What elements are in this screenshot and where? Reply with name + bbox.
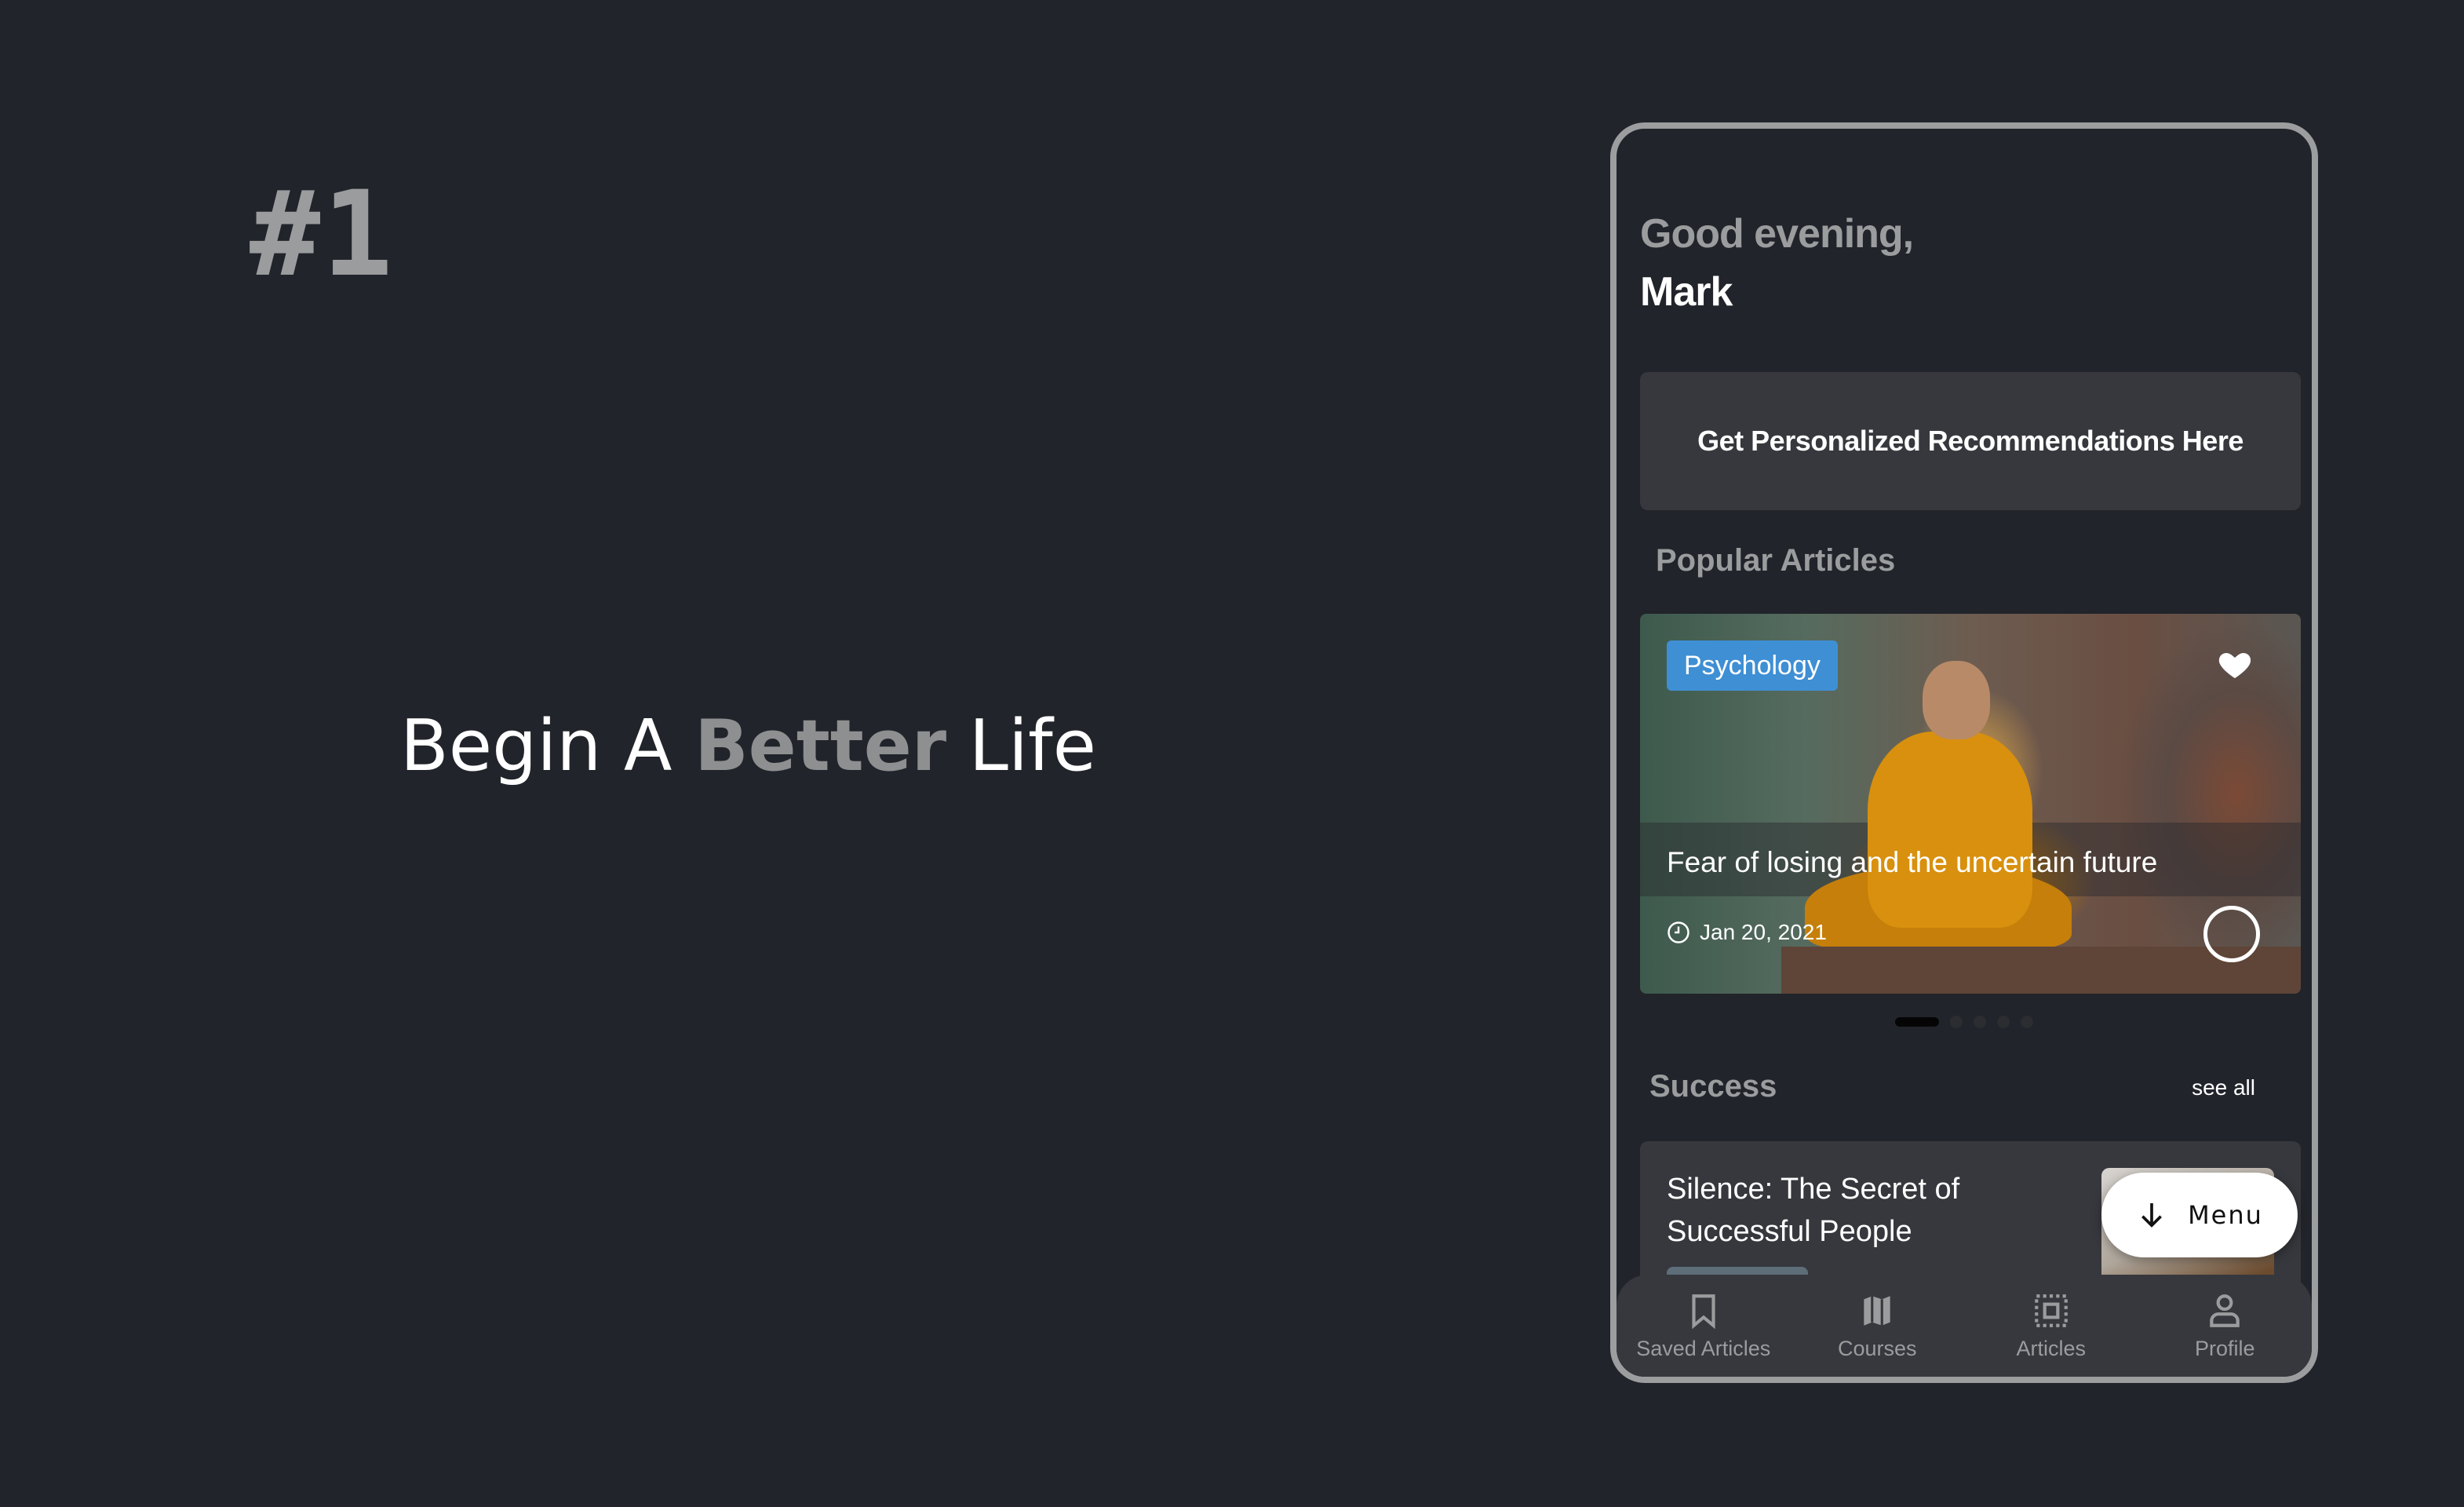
bottom-nav: Saved Articles Courses Articles Profile [1617, 1275, 2312, 1377]
carousel-dot[interactable] [1950, 1016, 1963, 1028]
menu-button[interactable]: Menu [2101, 1173, 2298, 1257]
map-icon [1864, 1295, 1890, 1326]
carousel-dot[interactable] [2021, 1016, 2033, 1028]
nav-profile[interactable]: Profile [2138, 1291, 2311, 1361]
headline-part2: Life [946, 705, 1096, 787]
headline-part1: Begin A [400, 705, 695, 787]
nav-label: Articles [2016, 1336, 2086, 1360]
featured-article-title: Fear of losing and the uncertain future [1667, 846, 2158, 878]
success-section-title: Success [1649, 1069, 1777, 1104]
app-screen: Good evening, Mark Get Personalized Reco… [1617, 129, 2312, 1377]
phone-mockup: Good evening, Mark Get Personalized Reco… [1610, 122, 2318, 1383]
article-image-subject [1805, 661, 2072, 991]
greeting: Good evening, [1640, 211, 1914, 257]
bookmark-icon [1692, 1294, 1715, 1329]
menu-label: Menu [2188, 1200, 2263, 1230]
headline-accent: Better [694, 705, 947, 787]
featured-article-card[interactable]: Psychology Fear of losing and the uncert… [1640, 614, 2301, 994]
see-all-link[interactable]: see all [2192, 1075, 2255, 1100]
nav-label: Courses [1837, 1336, 1917, 1360]
headline: Begin A Better Life [400, 705, 1096, 787]
popular-articles-title: Popular Articles [1656, 543, 1896, 578]
recommendations-button[interactable]: Get Personalized Recommendations Here [1640, 372, 2301, 510]
carousel-dot[interactable] [1974, 1016, 1986, 1028]
arrow-down-icon [2141, 1203, 2163, 1228]
nav-label: Saved Articles [1636, 1336, 1771, 1360]
clock-icon [1668, 921, 1689, 943]
username: Mark [1640, 269, 1733, 315]
person-icon [2210, 1294, 2240, 1327]
category-tag[interactable]: Psychology [1667, 640, 1838, 691]
carousel-dot[interactable] [1997, 1016, 2010, 1028]
nav-saved-articles[interactable]: Saved Articles [1617, 1291, 1790, 1361]
slide-number: #1 [250, 166, 395, 303]
heart-icon[interactable] [2216, 645, 2254, 683]
success-article-title: Silence: The Secret of Successful People [1667, 1173, 1960, 1248]
progress-ring-icon[interactable] [2203, 906, 2260, 962]
date-text: Jan 20, 2021 [1700, 920, 1827, 944]
nav-articles[interactable]: Articles [1965, 1291, 2138, 1361]
nav-label: Profile [2194, 1336, 2255, 1360]
carousel-dot[interactable] [1895, 1017, 1939, 1027]
featured-article-date: Jan 20, 2021 [1667, 920, 1827, 945]
nav-courses[interactable]: Courses [1791, 1291, 1963, 1361]
carousel-indicators [1617, 1016, 2312, 1028]
articles-frame-icon [2034, 1294, 2068, 1327]
